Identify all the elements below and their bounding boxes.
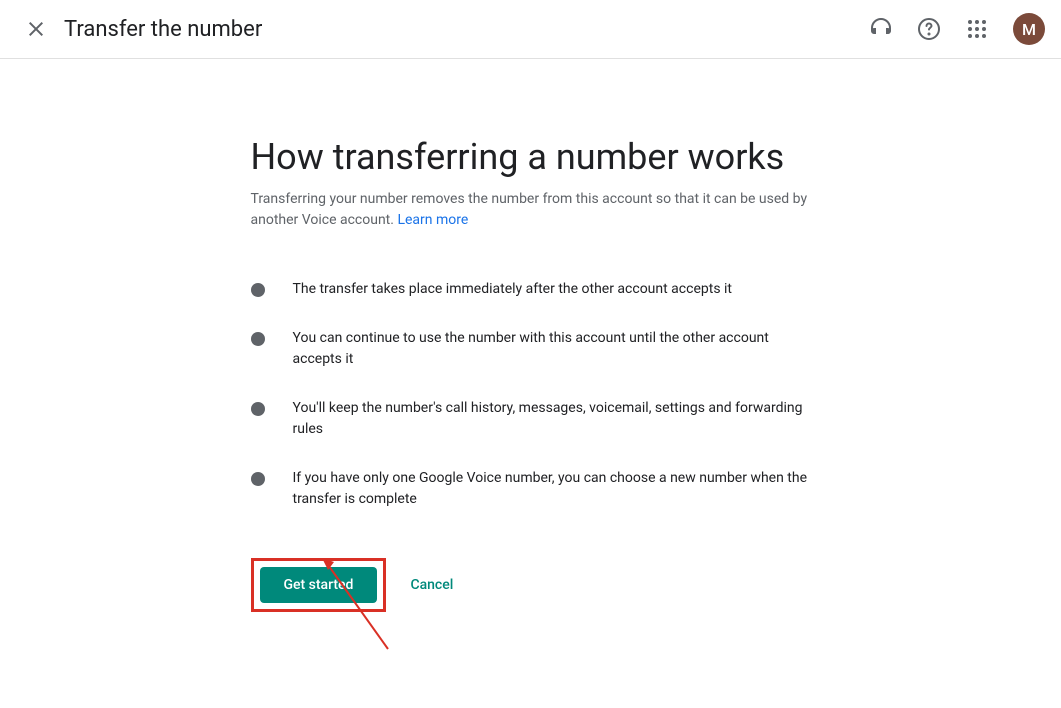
bullet-text: The transfer takes place immediately aft… [293, 279, 811, 300]
main-content: How transferring a number works Transfer… [251, 59, 811, 612]
get-started-button[interactable]: Get started [260, 567, 378, 603]
close-button[interactable] [16, 9, 56, 49]
avatar[interactable]: M [1013, 13, 1045, 45]
bullet-icon [251, 402, 265, 416]
header-actions: M [861, 9, 1045, 49]
description: Transferring your number removes the num… [251, 189, 811, 231]
annotation-highlight: Get started [251, 558, 387, 612]
bullet-text: You can continue to use the number with … [293, 328, 811, 370]
list-item: If you have only one Google Voice number… [251, 468, 811, 510]
support-button[interactable] [861, 9, 901, 49]
bullet-icon [251, 472, 265, 486]
bullet-icon [251, 332, 265, 346]
headset-icon [869, 17, 893, 41]
list-item: You can continue to use the number with … [251, 328, 811, 370]
help-icon [917, 17, 941, 41]
header: Transfer the number M [0, 0, 1061, 59]
apps-icon [965, 17, 989, 41]
help-button[interactable] [909, 9, 949, 49]
description-text: Transferring your number removes the num… [251, 191, 808, 228]
apps-button[interactable] [957, 9, 997, 49]
close-icon [24, 17, 48, 41]
page-title: Transfer the number [64, 17, 861, 42]
cancel-button[interactable]: Cancel [394, 567, 469, 603]
bullet-text: If you have only one Google Voice number… [293, 468, 811, 510]
learn-more-link[interactable]: Learn more [397, 212, 468, 228]
bullet-list: The transfer takes place immediately aft… [251, 279, 811, 510]
bullet-icon [251, 283, 265, 297]
main-heading: How transferring a number works [251, 134, 811, 181]
list-item: The transfer takes place immediately aft… [251, 279, 811, 300]
button-row: Get started Cancel [251, 558, 811, 612]
list-item: You'll keep the number's call history, m… [251, 398, 811, 440]
bullet-text: You'll keep the number's call history, m… [293, 398, 811, 440]
